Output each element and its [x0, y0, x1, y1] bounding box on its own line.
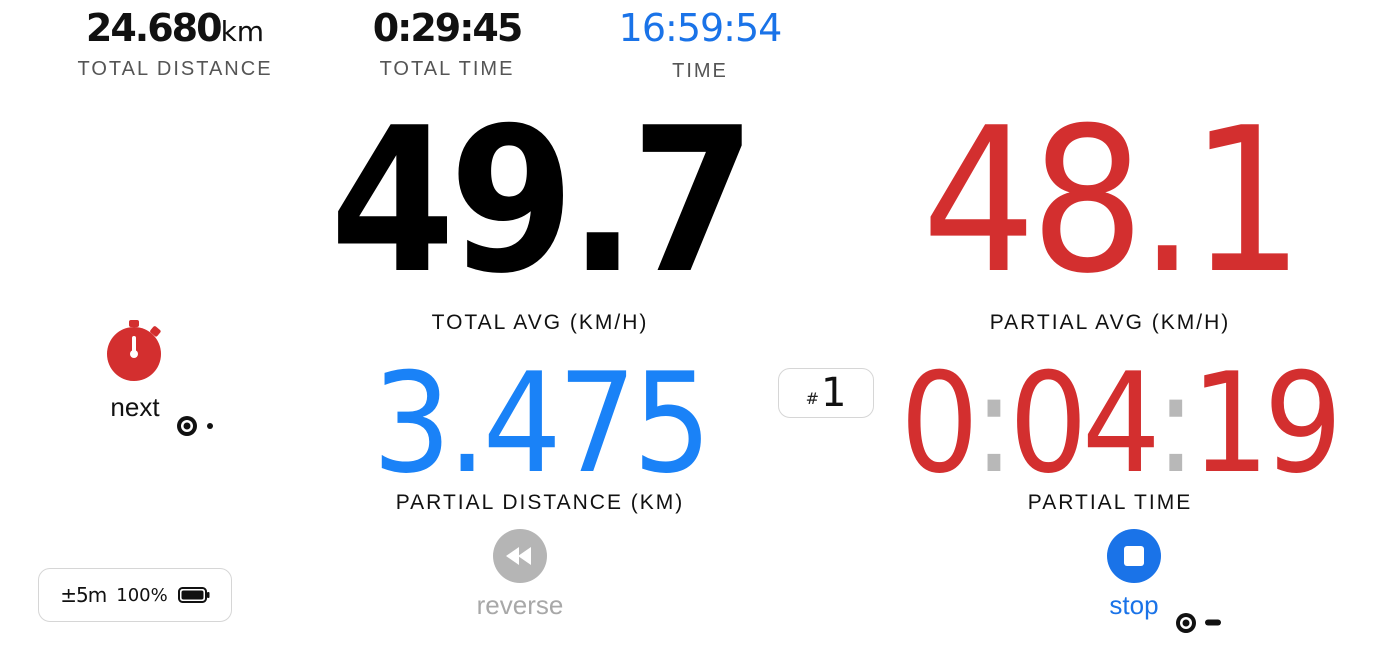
total-time-label: TOTAL TIME: [379, 58, 515, 80]
lap-badge[interactable]: # 1: [778, 368, 874, 418]
partial-distance-value: 3.475: [372, 343, 711, 504]
partial-distance-label: PARTIAL DISTANCE (KM): [395, 491, 685, 514]
partial-time-separator: :: [1154, 343, 1197, 504]
clock-label: TIME: [672, 60, 728, 82]
rewind-icon: [493, 529, 547, 583]
total-distance-label: TOTAL DISTANCE: [77, 58, 273, 80]
battery-full-icon: [177, 587, 210, 603]
battery-level: 100%: [116, 584, 168, 606]
gps-accuracy: ±5m: [60, 583, 107, 607]
total-time-value: 0:29:45: [372, 6, 524, 50]
reverse-button[interactable]: reverse: [460, 528, 580, 628]
stop-indicator-icon: [1176, 613, 1221, 633]
total-distance-value: 24.680km: [60, 6, 290, 50]
partial-avg-value: 48.1: [921, 85, 1305, 318]
clock-value: 16:59:54: [618, 6, 783, 50]
total-avg-value: 49.7: [330, 85, 756, 318]
partial-time-minutes: 04: [1008, 343, 1161, 504]
lap-number: 1: [820, 370, 847, 416]
next-label: next: [110, 392, 160, 422]
total-avg-label: TOTAL AVG (KM/H): [431, 311, 649, 334]
partial-time-separator: :: [972, 343, 1015, 504]
total-distance-unit: km: [220, 15, 265, 48]
status-box: ±5m 100%: [38, 568, 232, 622]
stop-icon: [1107, 529, 1161, 583]
next-indicator-icon: [177, 416, 213, 436]
partial-time-seconds: 19: [1190, 343, 1343, 504]
total-distance-number: 24.680: [85, 6, 223, 50]
partial-avg-label: PARTIAL AVG (KM/H): [989, 311, 1231, 334]
partial-time-label: PARTIAL TIME: [1027, 491, 1193, 514]
partial-time-hours: 0: [900, 343, 979, 504]
lap-hash: #: [805, 388, 819, 408]
next-button[interactable]: next: [90, 320, 180, 430]
partial-time-value: 0:04:19: [900, 355, 1343, 493]
stopwatch-icon: [107, 320, 161, 381]
reverse-label: reverse: [476, 590, 564, 620]
